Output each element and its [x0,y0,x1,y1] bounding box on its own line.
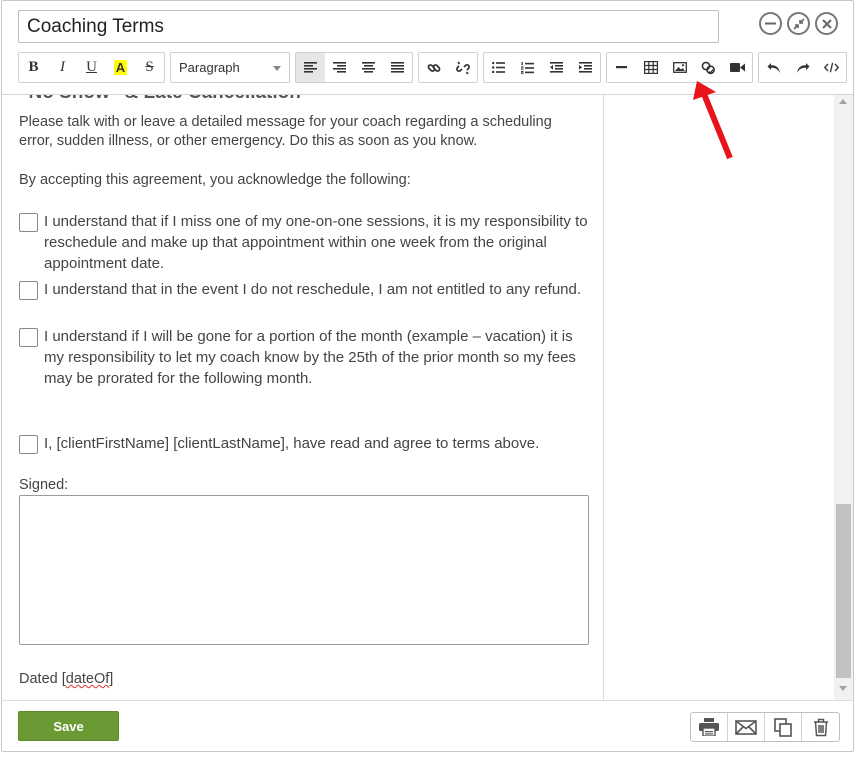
copy-button[interactable] [765,713,802,741]
agreement-checkbox-1[interactable] [19,213,38,232]
minus-icon [765,22,776,25]
agreement-text: I understand that in the event I do not … [44,281,582,298]
agreement-item: I understand that if I miss one of my on… [19,213,589,274]
highlight-icon: A [113,60,128,75]
unlink-button[interactable] [448,53,477,82]
window-controls [759,12,838,35]
code-icon [824,62,839,73]
align-center-button[interactable] [354,53,383,82]
align-left-icon [304,62,317,73]
align-justify-button[interactable] [383,53,412,82]
scroll-thumb[interactable] [836,504,851,678]
agreement-item: I understand that in the event I do not … [19,281,589,300]
side-panel [605,95,834,700]
agreement-checkbox-4[interactable] [19,435,38,454]
scroll-down-arrow-icon[interactable] [839,686,847,691]
print-icon [699,718,719,736]
align-right-icon [333,62,346,73]
email-button[interactable] [728,713,765,741]
section-heading: “No Show” & Late Cancellation [19,95,301,104]
table-icon [643,61,658,74]
outdent-icon [550,62,563,73]
footer-toolbar [690,712,840,742]
bold-button[interactable]: B [19,53,48,82]
undo-button[interactable] [759,53,788,82]
title-input[interactable] [18,10,719,43]
horizontal-rule-button[interactable] [607,53,636,82]
footer-divider [2,700,853,701]
video-icon [730,63,745,72]
editor-content[interactable]: “No Show” & Late Cancellation Please tal… [2,95,604,700]
email-icon [735,719,757,735]
merge-field-icon [701,61,716,74]
numbered-list-icon [521,61,534,74]
agreement-checkbox-3[interactable] [19,328,38,347]
indent-icon [579,62,592,73]
bullet-list-button[interactable] [484,53,513,82]
bullet-list-icon [492,62,505,73]
dated-prefix: Dated [ [19,671,66,687]
restore-button[interactable] [787,12,810,35]
highlight-button[interactable]: A [106,53,135,82]
copy-icon [773,717,792,737]
history-group [758,52,847,83]
indent-button[interactable] [571,53,600,82]
redo-icon [796,62,809,73]
underline-button[interactable]: U [77,53,106,82]
compress-icon [792,17,805,30]
unlink-icon [455,60,470,75]
list-group [483,52,601,83]
agreement-text: I understand that if I miss one of my on… [44,213,588,272]
insert-link-button[interactable] [419,53,448,82]
code-view-button[interactable] [817,53,846,82]
undo-icon [767,62,780,73]
image-icon [672,62,687,73]
agreement-text: I understand if I will be gone for a por… [44,328,576,387]
outdent-button[interactable] [542,53,571,82]
dated-suffix: ] [109,671,114,687]
caret-down-icon [273,66,281,71]
save-button[interactable]: Save [18,711,119,741]
bold-icon: B [28,59,39,75]
instructions-text: Please talk with or leave a detailed mes… [19,114,552,149]
dated-line: Dated [dateOf] [19,671,113,687]
trash-icon [813,718,828,736]
strikethrough-icon: S [145,59,154,75]
minimize-button[interactable] [759,12,782,35]
link-icon [427,63,440,72]
dated-merge-token: dateOf [65,671,110,687]
paragraph-format-select[interactable]: Paragraph [170,52,290,83]
agreement-item: I understand if I will be gone for a por… [19,328,589,389]
close-button[interactable] [815,12,838,35]
horizontal-rule-icon [616,66,627,69]
strikethrough-button[interactable]: S [135,53,164,82]
numbered-list-button[interactable] [513,53,542,82]
alignment-group [295,52,413,83]
close-icon [821,18,832,29]
align-justify-icon [391,62,404,73]
scroll-up-arrow-icon[interactable] [839,99,847,104]
italic-button[interactable]: I [48,53,77,82]
redo-button[interactable] [788,53,817,82]
link-group [418,52,478,83]
insert-table-button[interactable] [636,53,665,82]
underline-icon: U [86,59,97,75]
paragraph-format-value: Paragraph [179,60,240,75]
agreement-item: I, [clientFirstName] [clientLastName], h… [19,435,589,454]
acknowledge-text: By accepting this agreement, you acknowl… [19,172,411,188]
italic-icon: I [60,59,65,75]
align-left-button[interactable] [296,53,325,82]
vertical-scrollbar[interactable] [834,95,853,700]
signed-label: Signed: [19,477,69,493]
red-annotation-arrow-icon [693,81,733,160]
agreement-text: I, [clientFirstName] [clientLastName], h… [44,435,540,452]
print-button[interactable] [691,713,728,741]
text-format-group: B I U A S [18,52,165,83]
align-right-button[interactable] [325,53,354,82]
align-center-icon [362,62,375,73]
agreement-checkbox-2[interactable] [19,281,38,300]
signature-box[interactable] [19,495,589,645]
delete-button[interactable] [802,713,839,741]
